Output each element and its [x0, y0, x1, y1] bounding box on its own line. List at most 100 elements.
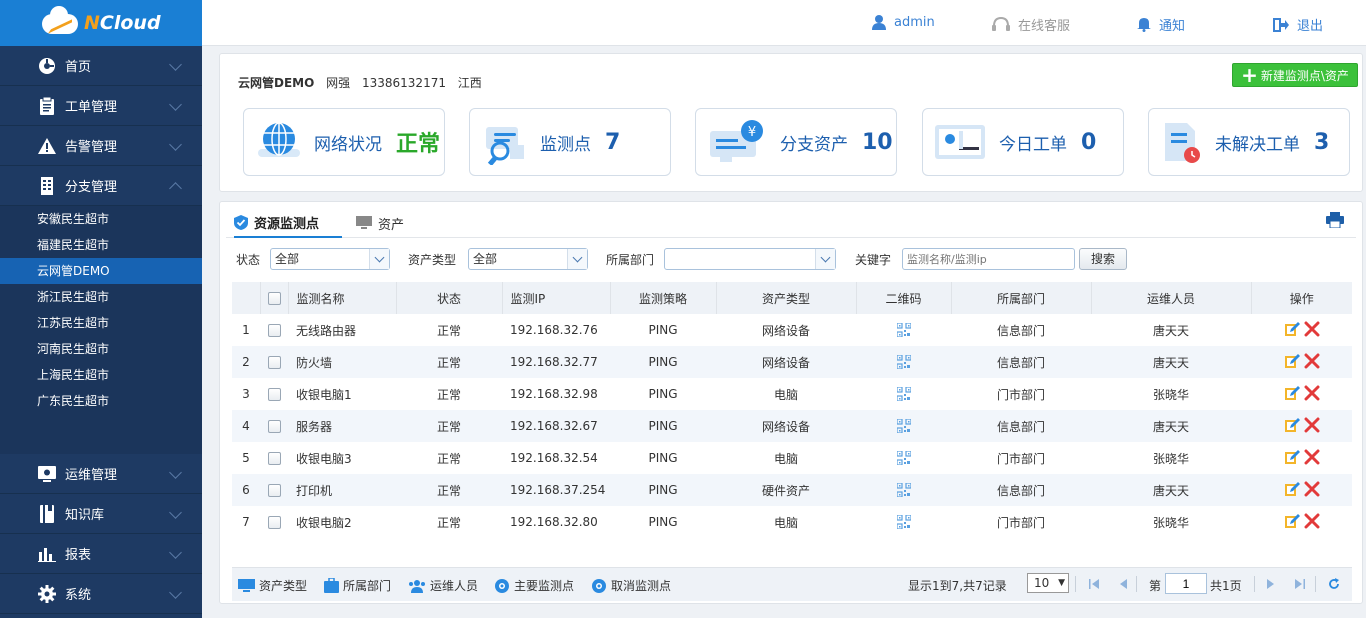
delete-icon[interactable]: [1304, 481, 1320, 500]
row-qr-cell[interactable]: [856, 410, 951, 442]
row-qr-cell[interactable]: [856, 442, 951, 474]
branch-item-fujian[interactable]: 福建民生超市: [0, 232, 202, 258]
col-status[interactable]: 状态: [396, 282, 503, 314]
branch-item-demo[interactable]: 云网管DEMO: [0, 258, 202, 284]
card-unresolved[interactable]: 未解决工单 3: [1148, 108, 1350, 176]
menu-workorder[interactable]: 工单管理: [0, 86, 202, 126]
edit-icon[interactable]: [1284, 481, 1300, 500]
refresh-icon[interactable]: [1328, 578, 1340, 590]
row-checkbox[interactable]: [267, 356, 281, 369]
row-checkbox[interactable]: [267, 324, 281, 337]
col-dept[interactable]: 所属部门: [951, 282, 1092, 314]
row-checkbox-cell[interactable]: [260, 474, 288, 506]
table-row[interactable]: 4 服务器 正常 192.168.32.67 PING 网络设备 信息部门 唐天天: [232, 410, 1352, 442]
row-dept[interactable]: 门市部门: [951, 378, 1091, 410]
card-asset[interactable]: ¥ 分支资产 10: [695, 108, 897, 176]
table-row[interactable]: 2 防火墙 正常 192.168.32.77 PING 网络设备 信息部门 唐天天: [232, 346, 1352, 378]
row-asset-type[interactable]: 硬件资产: [716, 474, 856, 506]
menu-system[interactable]: 系统: [0, 574, 202, 614]
row-dept[interactable]: 信息部门: [951, 346, 1091, 378]
delete-icon[interactable]: [1304, 385, 1320, 404]
new-monitor-button[interactable]: + 新建监测点\资产: [1232, 63, 1358, 87]
row-checkbox[interactable]: [267, 388, 281, 401]
branch-item-jiangsu[interactable]: 江苏民生超市: [0, 310, 202, 336]
qr-code-icon[interactable]: [895, 482, 912, 498]
support-link[interactable]: 在线客服: [992, 15, 1070, 34]
row-owner[interactable]: 唐天天: [1091, 410, 1251, 442]
row-qr-cell[interactable]: [856, 378, 951, 410]
edit-icon[interactable]: [1284, 385, 1300, 404]
footer-dept[interactable]: 所属部门: [324, 577, 391, 594]
row-checkbox-cell[interactable]: [260, 346, 288, 378]
edit-icon[interactable]: [1284, 513, 1300, 532]
row-asset-type[interactable]: 电脑: [716, 378, 856, 410]
row-checkbox-cell[interactable]: [260, 442, 288, 474]
row-asset-type[interactable]: 网络设备: [716, 346, 856, 378]
branch-item-shanghai[interactable]: 上海民生超市: [0, 362, 202, 388]
row-dept[interactable]: 信息部门: [951, 474, 1091, 506]
menu-report[interactable]: 报表: [0, 534, 202, 574]
row-checkbox[interactable]: [267, 452, 281, 465]
logout-link[interactable]: 退出: [1273, 15, 1323, 34]
footer-cancel-point[interactable]: 取消监测点: [591, 577, 671, 594]
row-asset-type[interactable]: 网络设备: [716, 314, 856, 346]
row-owner[interactable]: 唐天天: [1091, 474, 1251, 506]
row-dept[interactable]: 门市部门: [951, 506, 1091, 538]
menu-alarm[interactable]: 告警管理: [0, 126, 202, 166]
delete-icon[interactable]: [1304, 321, 1320, 340]
search-button[interactable]: 搜索: [1079, 248, 1127, 270]
print-icon[interactable]: [1326, 212, 1344, 231]
tab-assets[interactable]: 资产: [356, 208, 404, 238]
row-qr-cell[interactable]: [856, 346, 951, 378]
qr-code-icon[interactable]: [895, 386, 912, 402]
menu-ops[interactable]: 运维管理: [0, 454, 202, 494]
keyword-input[interactable]: [902, 248, 1075, 270]
qr-code-icon[interactable]: [895, 354, 912, 370]
col-ip[interactable]: 监测IP: [502, 282, 611, 314]
table-row[interactable]: 6 打印机 正常 192.168.37.254 PING 硬件资产 信息部门 唐天天: [232, 474, 1352, 506]
qr-code-icon[interactable]: [895, 322, 912, 338]
footer-main-point[interactable]: 主要监测点: [494, 577, 574, 594]
row-dept[interactable]: 门市部门: [951, 442, 1091, 474]
page-input[interactable]: [1165, 573, 1207, 594]
branch-item-zhejiang[interactable]: 浙江民生超市: [0, 284, 202, 310]
row-dept[interactable]: 信息部门: [951, 410, 1091, 442]
footer-owner[interactable]: 运维人员: [408, 577, 478, 594]
menu-branch[interactable]: 分支管理: [0, 166, 202, 206]
edit-icon[interactable]: [1284, 321, 1300, 340]
edit-icon[interactable]: [1284, 417, 1300, 436]
row-dept[interactable]: 信息部门: [951, 314, 1091, 346]
card-monitor[interactable]: 监测点 7: [469, 108, 671, 176]
row-owner[interactable]: 唐天天: [1091, 346, 1251, 378]
col-type[interactable]: 资产类型: [716, 282, 857, 314]
branch-item-henan[interactable]: 河南民生超市: [0, 336, 202, 362]
qr-code-icon[interactable]: [895, 418, 912, 434]
row-checkbox[interactable]: [267, 420, 281, 433]
qr-code-icon[interactable]: [895, 450, 912, 466]
delete-icon[interactable]: [1304, 449, 1320, 468]
status-select[interactable]: 全部: [270, 248, 390, 270]
row-checkbox-cell[interactable]: [260, 378, 288, 410]
row-checkbox-cell[interactable]: [260, 314, 288, 346]
card-network[interactable]: 网络状况 正常: [243, 108, 445, 176]
row-checkbox-cell[interactable]: [260, 410, 288, 442]
prev-page-icon[interactable]: [1117, 578, 1129, 590]
col-owner[interactable]: 运维人员: [1091, 282, 1252, 314]
table-row[interactable]: 1 无线路由器 正常 192.168.32.76 PING 网络设备 信息部门 唐天天: [232, 314, 1352, 346]
row-asset-type[interactable]: 网络设备: [716, 410, 856, 442]
first-page-icon[interactable]: [1088, 578, 1100, 590]
col-qr[interactable]: 二维码: [856, 282, 952, 314]
menu-knowledge[interactable]: 知识库: [0, 494, 202, 534]
row-owner[interactable]: 唐天天: [1091, 314, 1251, 346]
delete-icon[interactable]: [1304, 417, 1320, 436]
edit-icon[interactable]: [1284, 449, 1300, 468]
col-select-all[interactable]: [260, 282, 289, 314]
col-policy[interactable]: 监测策略: [610, 282, 717, 314]
qr-code-icon[interactable]: [895, 514, 912, 530]
branch-item-guangdong[interactable]: 广东民生超市: [0, 388, 202, 414]
dept-select[interactable]: [664, 248, 836, 270]
last-page-icon[interactable]: [1294, 578, 1306, 590]
row-qr-cell[interactable]: [856, 474, 951, 506]
notify-link[interactable]: 通知: [1137, 15, 1185, 34]
branch-item-anhui[interactable]: 安徽民生超市: [0, 206, 202, 232]
